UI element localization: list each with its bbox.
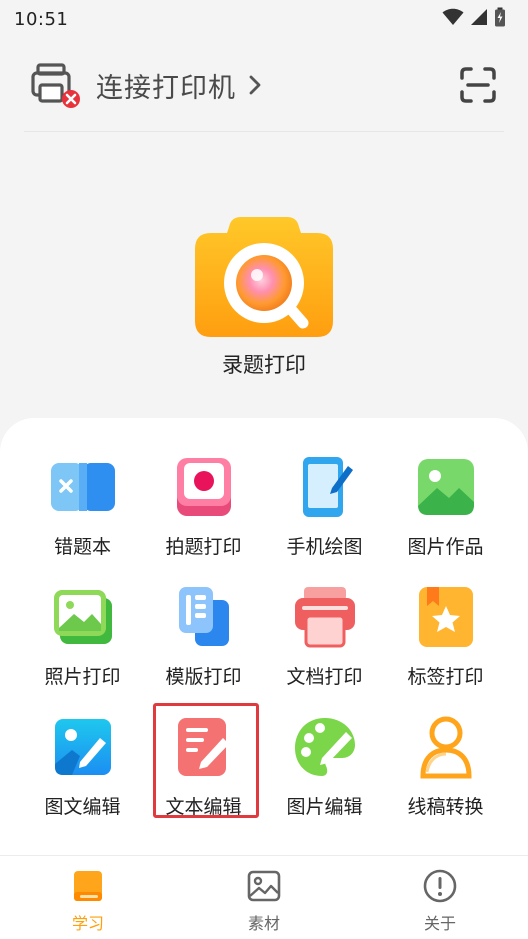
wrong-book-icon — [50, 454, 116, 520]
nav-study[interactable]: 学习 — [28, 856, 148, 934]
tile-label: 照片打印 — [44, 666, 121, 688]
image-text-edit-icon — [50, 714, 116, 780]
feature-panel: 错题本 拍题打印 手机绘图 图片作品 照片打印 模版打印 文档打印 标签打印 图… — [0, 418, 528, 855]
top-bar: 连接打印机 — [0, 52, 528, 118]
header-divider — [24, 131, 504, 132]
tile-label: 标签打印 — [407, 666, 484, 688]
status-time: 10:51 — [14, 8, 69, 30]
signal-icon — [470, 8, 488, 30]
photo-print-icon — [50, 584, 116, 650]
phone-drawing-icon — [292, 454, 358, 520]
hero-section: 录题打印 — [0, 215, 528, 379]
bottom-nav: 学习 素材 关于 — [0, 855, 528, 939]
nav-about[interactable]: 关于 — [380, 856, 500, 934]
text-edit-icon — [171, 714, 237, 780]
nav-label: 学习 — [71, 914, 104, 933]
image-edit-palette-icon — [292, 714, 358, 780]
record-question-print-button[interactable]: 录题打印 — [193, 215, 335, 379]
battery-charging-icon — [494, 7, 506, 31]
nav-label: 关于 — [423, 914, 456, 933]
book-icon — [70, 868, 106, 904]
status-icons — [442, 7, 506, 31]
tile-label: 图片作品 — [407, 536, 484, 558]
label-print-icon — [413, 584, 479, 650]
tile-label: 手机绘图 — [286, 536, 363, 558]
printer-disconnected-icon — [30, 59, 82, 111]
tile-label: 拍题打印 — [165, 536, 242, 558]
nav-materials[interactable]: 素材 — [204, 856, 324, 934]
connect-printer-button[interactable]: 连接打印机 — [30, 59, 262, 111]
tile-label: 线稿转换 — [407, 796, 484, 818]
image-edit-tile[interactable]: 图片编辑 — [264, 710, 385, 840]
tile-label: 文档打印 — [286, 666, 363, 688]
photo-print-tile[interactable]: 照片打印 — [22, 580, 143, 710]
tile-label: 图片编辑 — [286, 796, 363, 818]
document-print-icon — [292, 584, 358, 650]
document-print-tile[interactable]: 文档打印 — [264, 580, 385, 710]
hero-label: 录题打印 — [222, 353, 306, 377]
template-print-tile[interactable]: 模版打印 — [143, 580, 264, 710]
line-art-convert-icon — [413, 714, 479, 780]
chevron-right-icon — [248, 74, 262, 96]
phone-drawing-tile[interactable]: 手机绘图 — [264, 450, 385, 580]
nav-label: 素材 — [247, 914, 280, 933]
tile-label: 错题本 — [53, 536, 111, 558]
connect-printer-label: 连接打印机 — [96, 72, 236, 104]
photo-question-print-tile[interactable]: 拍题打印 — [143, 450, 264, 580]
template-print-icon — [171, 584, 237, 650]
wrong-book-tile[interactable]: 错题本 — [22, 450, 143, 580]
tile-label: 文本编辑 — [165, 796, 242, 818]
photo-question-print-icon — [171, 454, 237, 520]
camera-search-icon — [193, 215, 335, 339]
tile-label: 图文编辑 — [44, 796, 121, 818]
image-text-edit-tile[interactable]: 图文编辑 — [22, 710, 143, 840]
info-icon — [422, 868, 458, 904]
scan-icon[interactable] — [458, 65, 498, 105]
image-gallery-icon — [246, 868, 282, 904]
line-art-convert-tile[interactable]: 线稿转换 — [385, 710, 506, 840]
tile-label: 模版打印 — [165, 666, 242, 688]
label-print-tile[interactable]: 标签打印 — [385, 580, 506, 710]
wifi-icon — [442, 8, 464, 30]
picture-works-tile[interactable]: 图片作品 — [385, 450, 506, 580]
status-bar: 10:51 — [0, 0, 528, 38]
picture-works-icon — [413, 454, 479, 520]
feature-grid: 错题本 拍题打印 手机绘图 图片作品 照片打印 模版打印 文档打印 标签打印 图… — [22, 450, 506, 840]
text-edit-tile[interactable]: 文本编辑 — [143, 703, 264, 840]
